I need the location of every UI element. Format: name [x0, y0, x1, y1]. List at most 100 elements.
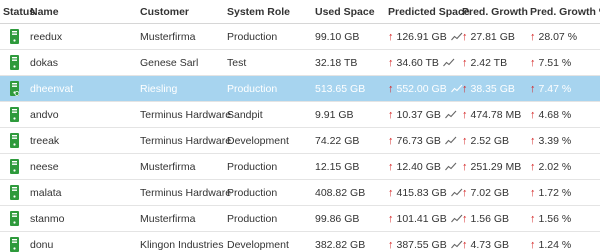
system-role: Production — [227, 30, 278, 43]
pred-growth-cell: ↑ 251.29 MB — [462, 154, 521, 179]
trend-chart-icon[interactable] — [447, 32, 463, 41]
trend-chart-icon[interactable] — [439, 58, 455, 67]
used-space: 513.65 GB — [315, 82, 366, 95]
predicted-space-cell: ↑ 552.00 GB — [388, 76, 463, 101]
arrow-up-icon: ↑ — [530, 56, 536, 69]
table-row[interactable]: treeak Terminus Hardware Development 74.22 … — [0, 128, 600, 154]
pred-growth: 27.81 GB — [470, 30, 515, 43]
server-status-icon — [0, 128, 28, 153]
column-header-pred-growth-pct[interactable]: Pred. Growth % ▼ — [530, 0, 600, 23]
column-header-name[interactable]: Name — [30, 0, 59, 23]
predicted-space: 126.91 GB — [396, 30, 447, 43]
predicted-space: 10.37 GB — [396, 108, 441, 121]
arrow-up-icon: ↑ — [388, 30, 394, 43]
system-name[interactable]: reedux — [30, 24, 62, 49]
arrow-up-icon: ↑ — [530, 160, 536, 173]
column-header-predicted-space[interactable]: Predicted Space — [388, 0, 470, 23]
system-name[interactable]: treeak — [30, 128, 59, 153]
system-name[interactable]: andvo — [30, 102, 59, 127]
trend-chart-icon[interactable] — [447, 188, 463, 197]
pred-growth-pct-cell: ↑ 2.02 % — [530, 154, 571, 179]
arrow-up-icon: ↑ — [530, 134, 536, 147]
used-space: 99.10 GB — [315, 30, 360, 43]
column-header-used-space[interactable]: Used Space — [315, 0, 375, 23]
arrow-up-icon: ↑ — [462, 160, 468, 173]
arrow-up-icon: ↑ — [388, 186, 394, 199]
pred-growth-cell: ↑ 27.81 GB — [462, 24, 515, 49]
pred-growth: 7.02 GB — [470, 186, 510, 199]
arrow-up-icon: ↑ — [462, 238, 468, 251]
pred-growth-pct-cell: ↑ 1.24 % — [530, 232, 571, 252]
pred-growth-pct: 4.68 % — [538, 108, 572, 121]
system-role: Production — [227, 82, 278, 95]
arrow-up-icon: ↑ — [462, 56, 468, 69]
customer-name: Terminus Hardware — [140, 108, 232, 121]
trend-chart-icon[interactable] — [441, 110, 457, 119]
server-status-icon — [0, 154, 28, 179]
pred-growth-pct: 1.56 % — [538, 212, 572, 225]
arrow-up-icon: ↑ — [462, 30, 468, 43]
server-status-icon — [0, 50, 28, 75]
arrow-up-icon: ↑ — [462, 186, 468, 199]
system-name[interactable]: neese — [30, 154, 59, 179]
arrow-up-icon: ↑ — [530, 82, 536, 95]
system-role: Sandpit — [227, 108, 263, 121]
pred-growth-pct: 7.51 % — [538, 56, 572, 69]
table-row[interactable]: stanmo Musterfirma Production 99.86 GB ↑ 101.… — [0, 206, 600, 232]
system-name[interactable]: donu — [30, 232, 53, 252]
column-header-pred-growth[interactable]: Pred. Growth — [462, 0, 528, 23]
pred-growth: 4.73 GB — [470, 238, 510, 251]
pred-growth-pct: 2.02 % — [538, 160, 572, 173]
predicted-space: 101.41 GB — [396, 212, 447, 225]
pred-growth-pct-cell: ↑ 4.68 % — [530, 102, 571, 127]
system-name[interactable]: dheenvat — [30, 76, 73, 101]
server-status-icon — [0, 76, 28, 101]
trend-chart-icon[interactable] — [441, 162, 457, 171]
pred-growth: 38.35 GB — [470, 82, 515, 95]
pred-growth-pct: 28.07 % — [538, 30, 578, 43]
used-space: 408.82 GB — [315, 186, 366, 199]
pred-growth-cell: ↑ 2.42 TB — [462, 50, 507, 75]
server-status-icon — [0, 232, 28, 252]
system-name[interactable]: stanmo — [30, 206, 64, 231]
table-row[interactable]: neese Musterfirma Production 12.15 GB ↑ 12.40… — [0, 154, 600, 180]
predicted-space: 415.83 GB — [396, 186, 447, 199]
column-header-pred-growth-pct-label: Pred. Growth % — [530, 5, 600, 18]
table-row[interactable]: malata Terminus Hardware Production 408.82 … — [0, 180, 600, 206]
trend-chart-icon[interactable] — [447, 214, 463, 223]
pred-growth-pct-cell: ↑ 7.51 % — [530, 50, 571, 75]
column-header-system-role[interactable]: System Role — [227, 0, 290, 23]
table-row[interactable]: dheenvat Riesling Production 513.65 GB ↑ 552.… — [0, 76, 600, 102]
predicted-space-cell: ↑ 387.55 GB — [388, 232, 463, 252]
pred-growth-cell: ↑ 1.56 GB — [462, 206, 509, 231]
arrow-up-icon: ↑ — [530, 30, 536, 43]
predicted-space-cell: ↑ 12.40 GB — [388, 154, 457, 179]
system-role: Production — [227, 160, 278, 173]
customer-name: Musterfirma — [140, 30, 196, 43]
used-space: 74.22 GB — [315, 134, 360, 147]
pred-growth: 474.78 MB — [470, 108, 522, 121]
table-row[interactable]: dokas Genese Sarl Test 32.18 TB ↑ 34.60 TB ↑ 2.… — [0, 50, 600, 76]
table-row[interactable]: andvo Terminus Hardware Sandpit 9.91 GB ↑ 10.… — [0, 102, 600, 128]
table-row[interactable]: reedux Musterfirma Production 99.10 GB ↑ 126.… — [0, 24, 600, 50]
pred-growth-pct: 3.39 % — [538, 134, 572, 147]
pred-growth: 2.52 GB — [470, 134, 510, 147]
predicted-space: 12.40 GB — [396, 160, 441, 173]
trend-chart-icon[interactable] — [441, 136, 457, 145]
system-name[interactable]: malata — [30, 180, 62, 205]
trend-chart-icon[interactable] — [447, 84, 463, 93]
trend-chart-icon[interactable] — [447, 240, 463, 249]
pred-growth-pct-cell: ↑ 28.07 % — [530, 24, 577, 49]
predicted-space: 552.00 GB — [396, 82, 447, 95]
table-row[interactable]: donu Klingon Industries Development 382.82 … — [0, 232, 600, 252]
system-role: Development — [227, 134, 289, 147]
system-name[interactable]: dokas — [30, 50, 58, 75]
column-header-customer[interactable]: Customer — [140, 0, 189, 23]
arrow-up-icon: ↑ — [530, 108, 536, 121]
pred-growth-pct: 1.72 % — [538, 186, 572, 199]
pred-growth: 1.56 GB — [470, 212, 510, 225]
arrow-up-icon: ↑ — [530, 238, 536, 251]
server-status-icon — [0, 24, 28, 49]
pred-growth-pct-cell: ↑ 1.56 % — [530, 206, 571, 231]
arrow-up-icon: ↑ — [462, 212, 468, 225]
